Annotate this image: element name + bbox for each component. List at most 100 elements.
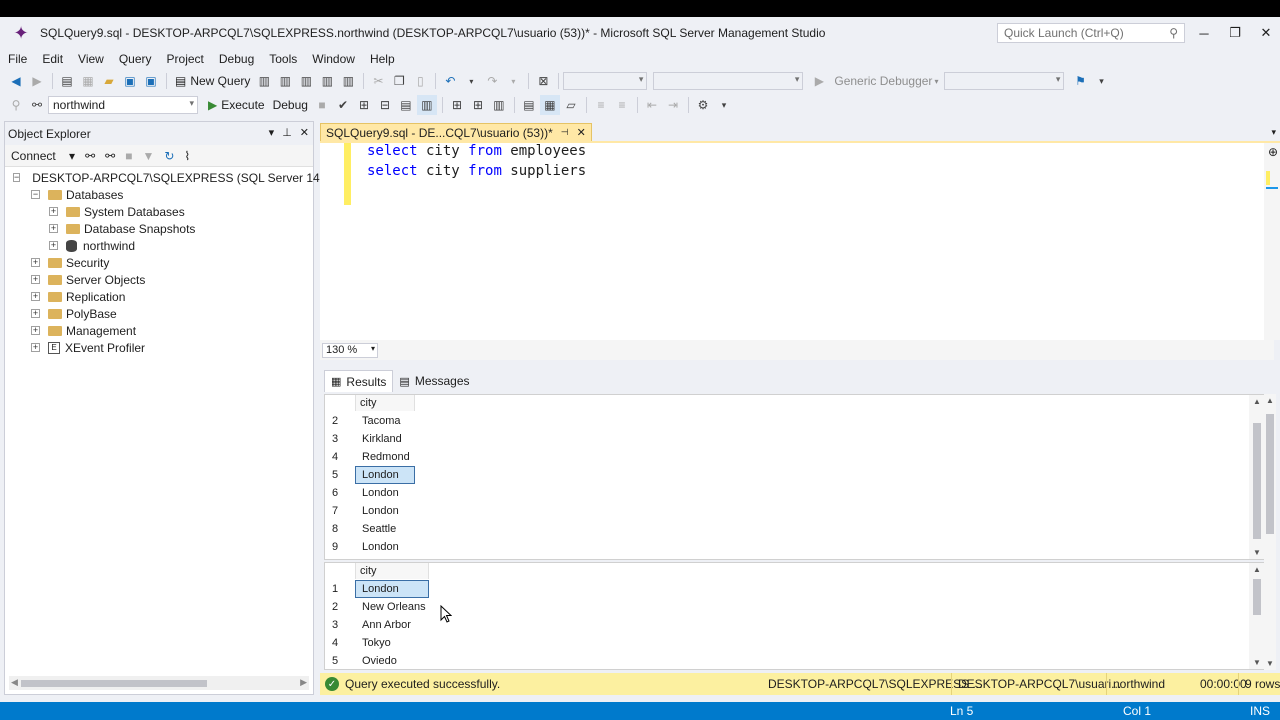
tab-sqlquery9[interactable]: SQLQuery9.sql - DE...CQL7\usuario (53))*…	[320, 123, 592, 142]
table-row[interactable]: 3 Kirkland	[325, 430, 415, 448]
panel-menu-icon[interactable]: ▾	[269, 126, 275, 139]
expand-icon[interactable]: +	[49, 207, 58, 216]
connect-object-icon[interactable]: ⚯	[85, 149, 95, 163]
save-icon[interactable]: ▣	[120, 71, 140, 91]
table-cell[interactable]: Oviedo	[355, 652, 429, 669]
expand-icon[interactable]: +	[49, 224, 58, 233]
generic-debugger-label[interactable]: Generic Debugger	[834, 74, 932, 88]
menu-file[interactable]: File	[8, 52, 35, 66]
tree-node-management[interactable]: + Management	[5, 322, 313, 339]
client-stats-icon[interactable]: ▥	[489, 95, 509, 115]
tree-node-system-databases[interactable]: + System Databases	[5, 203, 313, 220]
tree-node-database-snapshots[interactable]: + Database Snapshots	[5, 220, 313, 237]
scroll-up-icon[interactable]: ▲	[1253, 565, 1261, 574]
menu-tools[interactable]: Tools	[269, 52, 305, 66]
table-cell[interactable]: Redmond	[355, 448, 415, 466]
cancel-query-icon[interactable]: ■	[312, 95, 332, 115]
forward-icon[interactable]: ▶	[27, 71, 47, 91]
query-designer-icon[interactable]: ⊟	[375, 95, 395, 115]
table-cell[interactable]: London	[355, 502, 415, 520]
close-icon[interactable]: ✕	[577, 126, 586, 139]
results-grid-1[interactable]: city 2 Tacoma 3 Kirkland 4 Redmond 5 London …	[324, 394, 1266, 560]
redo-icon[interactable]: ↷	[482, 71, 502, 91]
expand-icon[interactable]: +	[31, 275, 40, 284]
filter-icon[interactable]: ▼	[142, 149, 154, 163]
table-row[interactable]: 2 New Orleans	[325, 598, 429, 616]
table-cell[interactable]: Tokyo	[355, 634, 429, 652]
new-project-icon[interactable]: ▤	[57, 71, 77, 91]
collapse-icon[interactable]: −	[13, 173, 21, 182]
cut-icon[interactable]: ✂	[368, 71, 388, 91]
increase-indent-icon[interactable]: ⇥	[663, 95, 683, 115]
results-to-grid-icon[interactable]: ▦	[539, 95, 560, 115]
table-row[interactable]: 4 Redmond	[325, 448, 415, 466]
debug-button[interactable]: Debug	[269, 95, 312, 115]
table-row[interactable]: 9 London	[325, 538, 415, 556]
menu-view[interactable]: View	[78, 52, 112, 66]
table-row[interactable]: 2 Tacoma	[325, 412, 415, 430]
dmx-query-icon[interactable]: ▥	[296, 71, 316, 91]
table-cell[interactable]: New Orleans	[355, 598, 429, 616]
scroll-thumb[interactable]	[1266, 414, 1274, 534]
dax-query-icon[interactable]: ▥	[338, 71, 358, 91]
add-item-icon[interactable]: ▦	[78, 71, 98, 91]
change-connection-icon[interactable]: ⚯	[27, 95, 47, 115]
scroll-thumb[interactable]	[1253, 423, 1261, 539]
tree-node-server-objects[interactable]: + Server Objects	[5, 271, 313, 288]
undo-icon[interactable]: ↶	[440, 71, 460, 91]
table-cell[interactable]: London	[355, 484, 415, 502]
redo-dropdown-icon[interactable]: ▾	[503, 71, 523, 91]
query-options-icon[interactable]: ▤	[396, 95, 416, 115]
solution-config-combo[interactable]: ▾	[563, 72, 648, 90]
column-header-city[interactable]: city	[355, 395, 415, 411]
results-vscroll[interactable]: ▲ ▼	[1264, 394, 1276, 670]
grid-2-vscroll[interactable]: ▲ ▼	[1249, 563, 1265, 669]
tree-node-security[interactable]: + Security	[5, 254, 313, 271]
collapse-icon[interactable]: −	[31, 190, 40, 199]
menu-window[interactable]: Window	[312, 52, 363, 66]
pin-icon[interactable]: ⊥	[282, 126, 292, 139]
table-cell[interactable]: Tacoma	[355, 412, 415, 430]
column-header-city[interactable]: city	[355, 563, 429, 579]
menu-debug[interactable]: Debug	[219, 52, 262, 66]
connect-icon[interactable]: ⚲	[6, 95, 26, 115]
selected-table-cell[interactable]: London	[355, 580, 429, 598]
tree-node-databases[interactable]: − Databases	[5, 186, 313, 203]
table-cell[interactable]: Kirkland	[355, 430, 415, 448]
scroll-up-icon[interactable]: ▲	[1253, 397, 1261, 406]
query-editor[interactable]: select city from employees select city f…	[320, 143, 1274, 340]
scroll-down-icon[interactable]: ▼	[1253, 658, 1261, 667]
stop-icon[interactable]: ■	[125, 149, 132, 163]
table-row[interactable]: 5 London	[325, 466, 415, 484]
close-window-button[interactable]: ✕	[1252, 21, 1280, 45]
scroll-thumb[interactable]	[21, 680, 207, 687]
intellisense-icon[interactable]: ▥	[416, 95, 437, 115]
quick-launch-input[interactable]: Quick Launch (Ctrl+Q) ⚲	[997, 23, 1185, 43]
table-row[interactable]: 7 London	[325, 502, 415, 520]
paste-icon[interactable]: ▯	[410, 71, 430, 91]
table-row[interactable]: 3 Ann Arbor	[325, 616, 429, 634]
tab-results[interactable]: ▦ Results	[324, 370, 394, 392]
db-engine-query-icon[interactable]: ▥	[254, 71, 274, 91]
tree-node-polybase[interactable]: + PolyBase	[5, 305, 313, 322]
save-all-icon[interactable]: ▣	[141, 71, 161, 91]
new-query-button[interactable]: ▤ New Query	[171, 71, 254, 91]
activity-monitor-icon[interactable]: ⊠	[533, 71, 553, 91]
zoom-combo[interactable]: 130 % ▾	[322, 342, 378, 358]
execute-button[interactable]: ▶ Execute	[204, 95, 269, 115]
minimize-button[interactable]: ─	[1190, 21, 1218, 45]
close-icon[interactable]: ✕	[300, 126, 309, 139]
activity-icon[interactable]: ⌇	[184, 149, 190, 163]
code-line-2[interactable]: select city from suppliers	[367, 163, 586, 179]
live-stats-icon[interactable]: ⊞	[468, 95, 488, 115]
scroll-thumb[interactable]	[1253, 579, 1261, 615]
back-icon[interactable]: ◀	[6, 71, 26, 91]
scroll-left-icon[interactable]: ◀	[11, 677, 18, 688]
table-cell[interactable]: London	[355, 538, 415, 556]
copy-icon[interactable]: ❐	[389, 71, 409, 91]
actual-plan-icon[interactable]: ⊞	[447, 95, 467, 115]
table-row[interactable]: 8 Seattle	[325, 520, 415, 538]
connect-button[interactable]: Connect ▾	[11, 149, 75, 163]
code-line-1[interactable]: select city from employees	[367, 143, 586, 159]
results-to-file-icon[interactable]: ▱	[561, 95, 581, 115]
